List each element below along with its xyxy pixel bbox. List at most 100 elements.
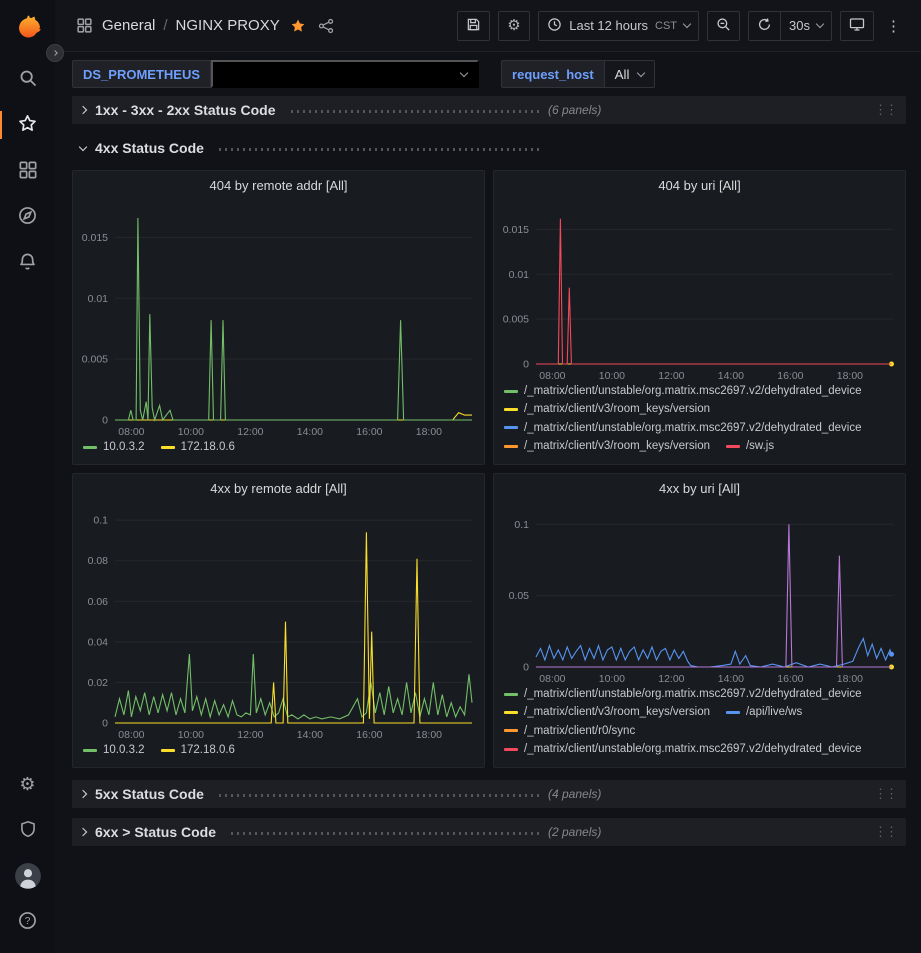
cycle-view-button[interactable] bbox=[840, 11, 874, 41]
legend-item[interactable]: 172.18.0.6 bbox=[161, 440, 235, 454]
legend-item[interactable]: /_matrix/client/unstable/org.matrix.msc2… bbox=[504, 384, 862, 398]
legend-item[interactable]: /_matrix/client/unstable/org.matrix.msc2… bbox=[504, 421, 862, 435]
main-area: General / NGINX PROXY ⚙ bbox=[55, 0, 921, 953]
chevron-right-icon bbox=[52, 50, 58, 56]
series-color-swatch bbox=[161, 446, 175, 449]
svg-text:0.01: 0.01 bbox=[88, 293, 109, 305]
row-drag-handle[interactable]: ⋮⋮ bbox=[874, 102, 898, 118]
refresh-group: 30s bbox=[748, 11, 832, 41]
panel-title[interactable]: 4xx by remote addr [All] bbox=[73, 474, 484, 502]
sidebar-item-configuration[interactable]: ⚙ bbox=[0, 761, 55, 807]
zoom-out-button[interactable] bbox=[707, 11, 740, 41]
refresh-icon bbox=[757, 17, 772, 35]
legend-item[interactable]: /sw.js bbox=[726, 439, 774, 453]
kebab-menu-button[interactable]: ⋮ bbox=[882, 15, 905, 37]
dashboard-row-4xx[interactable]: 4xx Status Code bbox=[72, 134, 906, 162]
legend-item[interactable]: 172.18.0.6 bbox=[161, 743, 235, 757]
sidebar-item-starred[interactable] bbox=[0, 102, 55, 148]
row-panel-count: (6 panels) bbox=[548, 103, 601, 117]
legend-item[interactable]: /_matrix/client/unstable/org.matrix.msc2… bbox=[504, 687, 862, 701]
legend-item[interactable]: /api/live/ws bbox=[726, 705, 802, 719]
row-dotted-filler bbox=[291, 110, 542, 113]
avatar bbox=[15, 863, 41, 889]
svg-text:16:00: 16:00 bbox=[356, 729, 382, 741]
dashboard-row-6xx[interactable]: 6xx > Status Code (2 panels) ⋮⋮ bbox=[72, 818, 906, 846]
legend-item[interactable]: /_matrix/client/v3/room_keys/version bbox=[504, 439, 710, 453]
series-color-swatch bbox=[83, 446, 97, 449]
svg-text:0.04: 0.04 bbox=[88, 636, 109, 648]
series-color-swatch bbox=[504, 748, 518, 751]
grafana-logo[interactable] bbox=[13, 12, 43, 42]
sidebar-item-alerting[interactable] bbox=[0, 240, 55, 286]
legend-item[interactable]: /_matrix/client/v3/room_keys/version bbox=[504, 705, 710, 719]
row-panel-count: (4 panels) bbox=[548, 787, 601, 801]
zoom-out-icon bbox=[716, 17, 731, 35]
breadcrumb-separator: / bbox=[163, 17, 167, 34]
dashboard-row-5xx[interactable]: 5xx Status Code (4 panels) ⋮⋮ bbox=[72, 780, 906, 808]
save-dashboard-button[interactable] bbox=[457, 11, 490, 41]
row-drag-handle[interactable]: ⋮⋮ bbox=[874, 824, 898, 840]
series-color-swatch bbox=[504, 408, 518, 411]
legend-label: /_matrix/client/unstable/org.matrix.msc2… bbox=[524, 384, 862, 398]
panel-404-by-remote-addr: 404 by remote addr [All] 00.0050.010.015… bbox=[72, 170, 485, 465]
row-header-left: 5xx Status Code bbox=[80, 786, 548, 802]
chevron-down-icon bbox=[460, 68, 468, 76]
dashboard-settings-button[interactable]: ⚙ bbox=[498, 11, 530, 41]
panel-title[interactable]: 404 by uri [All] bbox=[494, 171, 905, 199]
time-series-chart[interactable]: 00.050.108:0010:0012:0014:0016:0018:00 bbox=[494, 502, 905, 685]
panel-title-text: 4xx by remote addr [All] bbox=[210, 481, 347, 496]
sidebar-item-profile[interactable] bbox=[0, 853, 55, 899]
svg-text:?: ? bbox=[25, 916, 31, 927]
svg-text:08:00: 08:00 bbox=[118, 426, 144, 438]
time-series-chart[interactable]: 00.0050.010.01508:0010:0012:0014:0016:00… bbox=[73, 199, 484, 438]
svg-text:16:00: 16:00 bbox=[777, 673, 803, 685]
panel-title[interactable]: 404 by remote addr [All] bbox=[73, 171, 484, 199]
share-button[interactable] bbox=[316, 16, 336, 36]
refresh-interval-dropdown[interactable]: 30s bbox=[781, 11, 832, 41]
request-host-variable-label[interactable]: request_host bbox=[501, 60, 605, 88]
legend-item[interactable]: /_matrix/client/unstable/org.matrix.msc2… bbox=[504, 742, 862, 756]
legend-item[interactable]: /_matrix/client/v3/room_keys/version bbox=[504, 402, 710, 416]
datasource-variable-select[interactable] bbox=[211, 60, 479, 88]
breadcrumb-dashboard-title: NGINX PROXY bbox=[176, 17, 280, 34]
panel-title[interactable]: 4xx by uri [All] bbox=[494, 474, 905, 502]
time-range-label: Last 12 hours bbox=[569, 18, 648, 33]
panel-title-text: 404 by remote addr [All] bbox=[209, 178, 347, 193]
panel-grid: 404 by remote addr [All] 00.0050.010.015… bbox=[72, 170, 906, 768]
series-color-swatch bbox=[726, 711, 740, 714]
series-color-swatch bbox=[504, 445, 518, 448]
favorite-star-button[interactable] bbox=[288, 16, 308, 36]
breadcrumb-section[interactable]: General bbox=[102, 17, 155, 34]
top-navbar: General / NGINX PROXY ⚙ bbox=[55, 0, 921, 52]
chart-svg: 00.050.108:0010:0012:0014:0016:0018:00 bbox=[494, 502, 905, 685]
dashboard-variables-bar: DS_PROMETHEUS request_host All bbox=[55, 52, 921, 96]
time-series-chart[interactable]: 00.020.040.060.080.108:0010:0012:0014:00… bbox=[73, 502, 484, 741]
svg-text:18:00: 18:00 bbox=[837, 673, 863, 685]
sidebar-item-server-admin[interactable] bbox=[0, 807, 55, 853]
refresh-button[interactable] bbox=[748, 11, 781, 41]
sidebar-expand-toggle[interactable] bbox=[46, 44, 64, 62]
sidebar-item-help[interactable]: ? bbox=[0, 899, 55, 945]
legend-item[interactable]: 10.0.3.2 bbox=[83, 440, 145, 454]
svg-text:12:00: 12:00 bbox=[658, 370, 684, 382]
svg-text:12:00: 12:00 bbox=[237, 729, 263, 741]
series-color-swatch bbox=[504, 426, 518, 429]
time-series-chart[interactable]: 00.0050.010.01508:0010:0012:0014:0016:00… bbox=[494, 199, 905, 382]
sidebar-item-dashboards[interactable] bbox=[0, 148, 55, 194]
sidebar-item-explore[interactable] bbox=[0, 194, 55, 240]
dashboard-row-1xx-3xx-2xx[interactable]: 1xx - 3xx - 2xx Status Code (6 panels) ⋮… bbox=[72, 96, 906, 124]
chevron-down-icon bbox=[637, 68, 645, 76]
datasource-variable-label[interactable]: DS_PROMETHEUS bbox=[72, 60, 211, 88]
svg-text:18:00: 18:00 bbox=[416, 426, 442, 438]
row-drag-handle[interactable]: ⋮⋮ bbox=[874, 786, 898, 802]
time-range-picker[interactable]: Last 12 hours CST bbox=[538, 11, 699, 41]
svg-text:18:00: 18:00 bbox=[837, 370, 863, 382]
legend-item[interactable]: /_matrix/client/r0/sync bbox=[504, 724, 635, 738]
clock-icon bbox=[547, 17, 562, 35]
svg-text:14:00: 14:00 bbox=[297, 729, 323, 741]
request-host-variable-select[interactable]: All bbox=[605, 60, 656, 88]
legend-item[interactable]: 10.0.3.2 bbox=[83, 743, 145, 757]
svg-text:14:00: 14:00 bbox=[297, 426, 323, 438]
sidebar-item-search[interactable] bbox=[0, 56, 55, 102]
legend-label: /api/live/ws bbox=[746, 705, 802, 719]
